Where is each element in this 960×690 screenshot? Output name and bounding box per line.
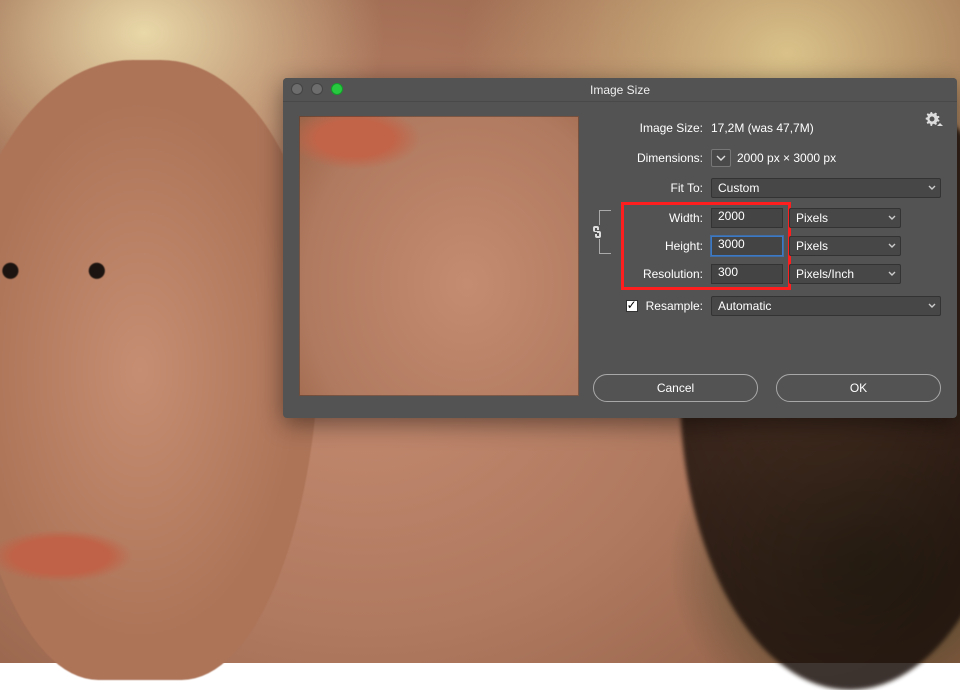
resolution-input[interactable]: 300 bbox=[711, 264, 783, 284]
image-size-label: Image Size: bbox=[593, 121, 711, 135]
dimensions-unit-button[interactable] bbox=[711, 149, 731, 167]
traffic-lights bbox=[291, 83, 343, 95]
resolution-unit-value: Pixels/Inch bbox=[796, 267, 854, 281]
chevron-down-icon bbox=[888, 270, 896, 278]
resample-checkbox[interactable] bbox=[626, 300, 638, 312]
height-label: Height: bbox=[623, 239, 711, 253]
dialog-titlebar[interactable]: Image Size bbox=[283, 78, 957, 102]
chevron-down-icon bbox=[928, 302, 936, 310]
width-input[interactable]: 2000 bbox=[711, 208, 783, 228]
zoom-window-button[interactable] bbox=[331, 83, 343, 95]
width-unit-select[interactable]: Pixels bbox=[789, 208, 901, 228]
gear-icon[interactable] bbox=[925, 112, 943, 126]
dialog-title: Image Size bbox=[590, 83, 650, 97]
resample-label: Resample: bbox=[646, 299, 703, 313]
cancel-button[interactable]: Cancel bbox=[593, 374, 758, 402]
close-window-button[interactable] bbox=[291, 83, 303, 95]
resample-select[interactable]: Automatic bbox=[711, 296, 941, 316]
image-size-value: 17,2M (was 47,7M) bbox=[711, 121, 814, 135]
width-unit-value: Pixels bbox=[796, 211, 828, 225]
link-icon bbox=[591, 225, 603, 239]
height-unit-select[interactable]: Pixels bbox=[789, 236, 901, 256]
width-label: Width: bbox=[623, 211, 711, 225]
constrain-link[interactable] bbox=[593, 208, 619, 256]
chevron-down-icon bbox=[888, 242, 896, 250]
height-unit-value: Pixels bbox=[796, 239, 828, 253]
fit-to-select[interactable]: Custom bbox=[711, 178, 941, 198]
height-input[interactable]: 3000 bbox=[711, 236, 783, 256]
fit-to-value: Custom bbox=[718, 181, 759, 195]
dimensions-value: 2000 px × 3000 px bbox=[737, 151, 836, 165]
dimensions-label: Dimensions: bbox=[593, 151, 711, 165]
resolution-label: Resolution: bbox=[623, 267, 711, 281]
chevron-down-icon bbox=[888, 214, 896, 222]
minimize-window-button[interactable] bbox=[311, 83, 323, 95]
preview-thumbnail[interactable] bbox=[299, 116, 579, 396]
resolution-unit-select[interactable]: Pixels/Inch bbox=[789, 264, 901, 284]
image-size-dialog: Image Size Image Size: 17,2M (was 47,7M)… bbox=[283, 78, 957, 418]
fit-to-label: Fit To: bbox=[593, 181, 711, 195]
ok-button[interactable]: OK bbox=[776, 374, 941, 402]
resample-value: Automatic bbox=[718, 299, 771, 313]
chevron-down-icon bbox=[928, 184, 936, 192]
